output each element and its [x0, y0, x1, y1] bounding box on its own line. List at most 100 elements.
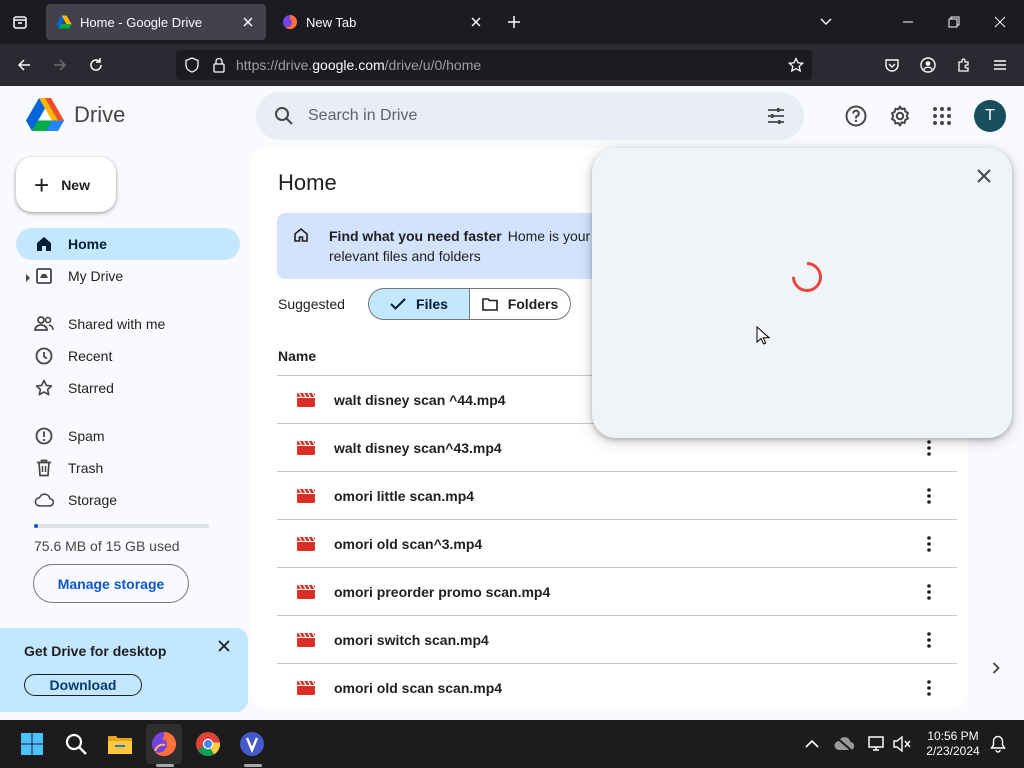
close-window-icon[interactable]	[984, 6, 1016, 38]
name-column-header[interactable]: Name	[278, 348, 316, 364]
address-bar[interactable]: https://drive.google.com/drive/u/0/home	[176, 50, 812, 80]
file-explorer-icon[interactable]	[104, 728, 136, 760]
search-options-icon[interactable]	[766, 106, 786, 126]
tab-new-tab[interactable]: New Tab	[272, 4, 494, 40]
check-icon	[390, 298, 406, 310]
drive-logo[interactable]: Drive	[26, 98, 125, 132]
table-row[interactable]: omori little scan.mp4	[277, 472, 957, 520]
sidebar-item-shared[interactable]: Shared with me	[16, 308, 240, 340]
volume-muted-icon[interactable]	[890, 732, 914, 756]
more-actions-icon[interactable]	[917, 484, 941, 508]
star-icon	[34, 378, 54, 398]
extensions-icon[interactable]	[948, 49, 980, 81]
close-dialog-icon[interactable]	[972, 164, 996, 188]
new-tab-plus-icon[interactable]	[498, 6, 530, 38]
new-button[interactable]: + New	[16, 157, 116, 212]
video-file-icon	[297, 584, 315, 599]
search-bar[interactable]: Search in Drive	[256, 92, 804, 140]
close-promo-icon[interactable]	[212, 634, 236, 658]
tab-title: Home - Google Drive	[80, 14, 203, 30]
drive-logo-icon	[26, 98, 64, 131]
browser-tab-bar: Home - Google Drive New Tab	[0, 0, 1024, 44]
sidebar-item-my-drive[interactable]: My Drive	[16, 260, 240, 292]
page-title: Home	[278, 170, 337, 195]
more-actions-icon[interactable]	[917, 628, 941, 652]
table-row[interactable]: omori switch scan.mp4	[277, 616, 957, 664]
banner-text-line-1: Find what you need faster Home is your	[329, 228, 591, 244]
video-file-icon	[297, 680, 315, 695]
expand-arrow-icon[interactable]	[25, 270, 31, 286]
tab-list-icon[interactable]	[4, 6, 36, 38]
notifications-bell-icon[interactable]	[986, 732, 1010, 756]
sidebar-item-label: Recent	[68, 348, 113, 364]
file-name: walt disney scan^43.mp4	[334, 439, 502, 456]
loading-spinner-icon	[785, 255, 829, 299]
avatar[interactable]: T	[974, 100, 1006, 132]
onedrive-cloud-icon[interactable]	[832, 732, 856, 756]
storage-progress-fill	[34, 524, 38, 528]
file-name: omori old scan scan.mp4	[334, 679, 503, 696]
apps-grid-icon[interactable]	[922, 96, 962, 136]
folders-filter-chip[interactable]: Folders	[469, 288, 571, 320]
more-actions-icon[interactable]	[917, 532, 941, 556]
folder-icon	[481, 297, 498, 311]
file-name: omori switch scan.mp4	[334, 631, 489, 648]
search-input[interactable]: Search in Drive	[308, 107, 766, 125]
minimize-icon[interactable]	[892, 6, 924, 38]
forward-arrow-icon[interactable]	[44, 49, 76, 81]
bookmark-star-icon[interactable]	[788, 57, 804, 73]
shield-icon[interactable]	[184, 57, 200, 73]
close-tab-icon[interactable]	[236, 10, 260, 34]
sidebar-item-trash[interactable]: Trash	[16, 452, 240, 484]
sidebar-item-storage[interactable]: Storage	[16, 484, 240, 516]
lock-icon[interactable]	[212, 57, 226, 73]
manage-storage-button[interactable]: Manage storage	[33, 564, 189, 603]
back-arrow-icon[interactable]	[8, 49, 40, 81]
help-icon[interactable]	[836, 96, 876, 136]
list-all-tabs-icon[interactable]	[810, 6, 842, 38]
firefox-taskbar-icon[interactable]	[148, 728, 180, 760]
more-actions-icon[interactable]	[917, 436, 941, 460]
table-row[interactable]: omori old scan^3.mp4	[277, 520, 957, 568]
shared-icon	[34, 314, 54, 334]
reload-icon[interactable]	[80, 49, 112, 81]
banner-text-line-2: relevant files and folders	[329, 248, 481, 264]
plus-icon: +	[34, 169, 50, 200]
new-button-label: New	[61, 176, 90, 193]
chrome-taskbar-icon[interactable]	[192, 728, 224, 760]
video-file-icon	[297, 488, 315, 503]
browser-nav-bar: https://drive.google.com/drive/u/0/home	[0, 44, 1024, 86]
sidebar-item-starred[interactable]: Starred	[16, 372, 240, 404]
files-filter-chip[interactable]: Files	[368, 288, 470, 320]
restore-icon[interactable]	[938, 6, 970, 38]
more-actions-icon[interactable]	[917, 580, 941, 604]
firefox-favicon-icon	[283, 15, 298, 30]
windows-start-icon[interactable]	[16, 728, 48, 760]
sidebar-item-home[interactable]: Home	[16, 228, 240, 260]
mouse-cursor-icon	[756, 325, 771, 351]
running-indicator	[156, 764, 174, 767]
sidebar-item-recent[interactable]: Recent	[16, 340, 240, 372]
taskbar-search-icon[interactable]	[60, 728, 92, 760]
menu-hamburger-icon[interactable]	[984, 49, 1016, 81]
account-icon[interactable]	[912, 49, 944, 81]
sidebar-item-label: Trash	[68, 460, 104, 476]
more-actions-icon[interactable]	[917, 676, 941, 700]
show-hidden-icons-chevron-icon[interactable]	[800, 732, 824, 756]
tab-google-drive[interactable]: Home - Google Drive	[46, 4, 266, 40]
system-clock[interactable]: 10:56 PM 2/23/2024	[920, 729, 986, 759]
table-row[interactable]: omori old scan scan.mp4	[277, 664, 957, 708]
pocket-icon[interactable]	[876, 49, 908, 81]
table-row[interactable]: omori preorder promo scan.mp4	[277, 568, 957, 616]
settings-gear-icon[interactable]	[880, 96, 920, 136]
search-icon[interactable]	[274, 106, 294, 126]
suggested-label: Suggested	[278, 296, 345, 312]
network-icon[interactable]	[864, 732, 888, 756]
running-indicator	[244, 764, 262, 767]
sidebar-item-label: My Drive	[68, 268, 124, 284]
close-tab-icon[interactable]	[464, 10, 488, 34]
show-side-panel-arrow-icon[interactable]	[984, 656, 1008, 680]
sidebar-item-spam[interactable]: Spam	[16, 420, 240, 452]
download-button[interactable]: Download	[24, 674, 142, 696]
vpn-app-icon[interactable]	[236, 728, 268, 760]
